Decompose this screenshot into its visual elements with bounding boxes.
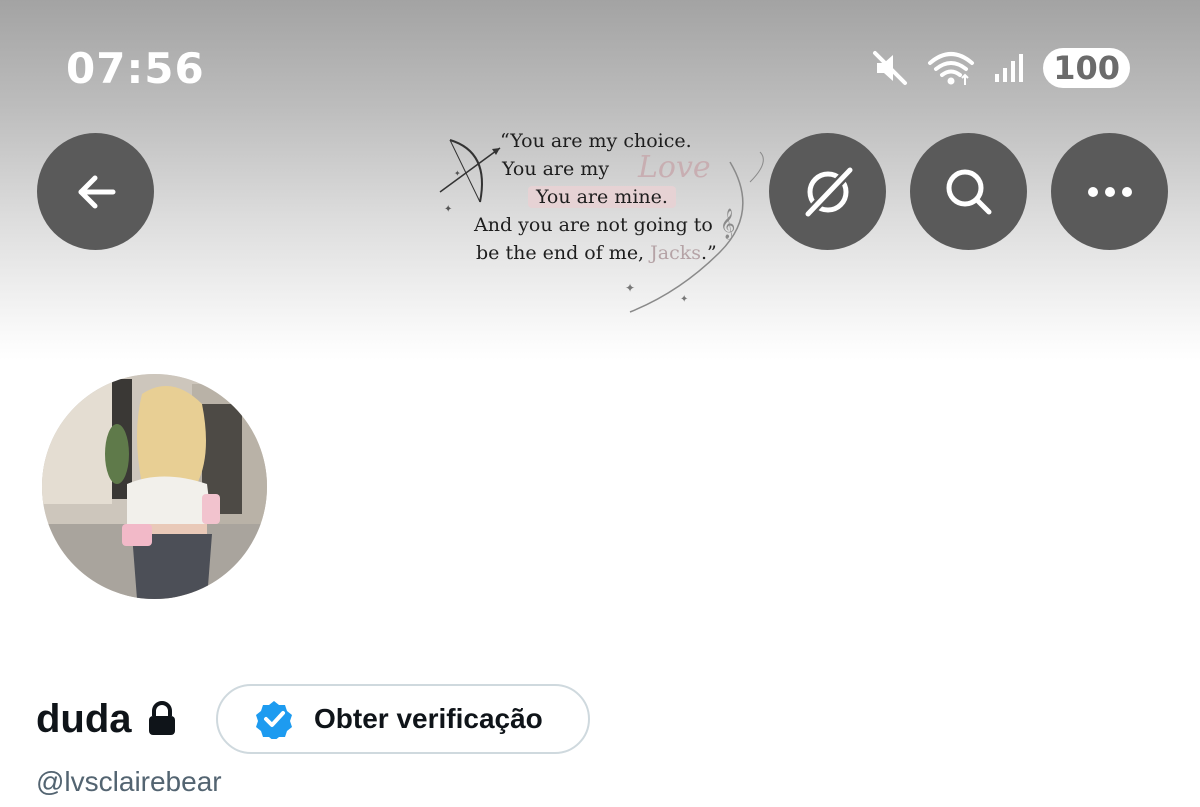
signal-icon (993, 52, 1025, 84)
svg-text:✦: ✦ (680, 294, 688, 305)
explore-off-button[interactable] (769, 133, 886, 250)
search-icon (946, 169, 991, 214)
quote-line: be the end of me, Jacks.” (470, 239, 740, 267)
quote-line: And you are not going to (474, 214, 713, 236)
quote-line: You are my (502, 158, 610, 180)
svg-text:✦: ✦ (454, 169, 461, 178)
battery-icon: 100 (1043, 48, 1130, 88)
quote-line: “You are my choice. (500, 130, 692, 152)
svg-text:✦: ✦ (625, 281, 635, 295)
get-verified-button[interactable]: Obter verificação (216, 684, 590, 754)
search-button[interactable] (910, 133, 1027, 250)
quote-name: Jacks (650, 242, 702, 264)
wifi-icon (927, 49, 975, 87)
profile-handle: @lvsclairebear (36, 766, 222, 797)
status-time: 07:56 (66, 44, 205, 93)
quote-text: be the end of me, (476, 242, 645, 264)
mute-icon (871, 49, 909, 87)
display-name: duda (36, 696, 132, 741)
verified-badge-icon (256, 701, 292, 739)
profile-name-row: duda (36, 684, 178, 754)
more-icon (1087, 186, 1132, 197)
avatar[interactable] (38, 370, 271, 603)
quote-end: .” (701, 242, 717, 264)
explore-off-icon (803, 166, 854, 217)
back-arrow-icon (78, 175, 115, 208)
quote-highlight: You are mine. (528, 186, 676, 208)
status-icons: 100 (871, 46, 1130, 90)
banner-quote: “You are my choice. You are my You are m… (470, 127, 740, 267)
quote-line: You are mine. (470, 183, 740, 211)
lock-icon (146, 701, 178, 737)
avatar-photo (42, 374, 267, 599)
svg-text:✦: ✦ (444, 204, 452, 215)
more-button[interactable] (1051, 133, 1168, 250)
get-verified-label: Obter verificação (314, 703, 543, 734)
back-button[interactable] (37, 133, 154, 250)
